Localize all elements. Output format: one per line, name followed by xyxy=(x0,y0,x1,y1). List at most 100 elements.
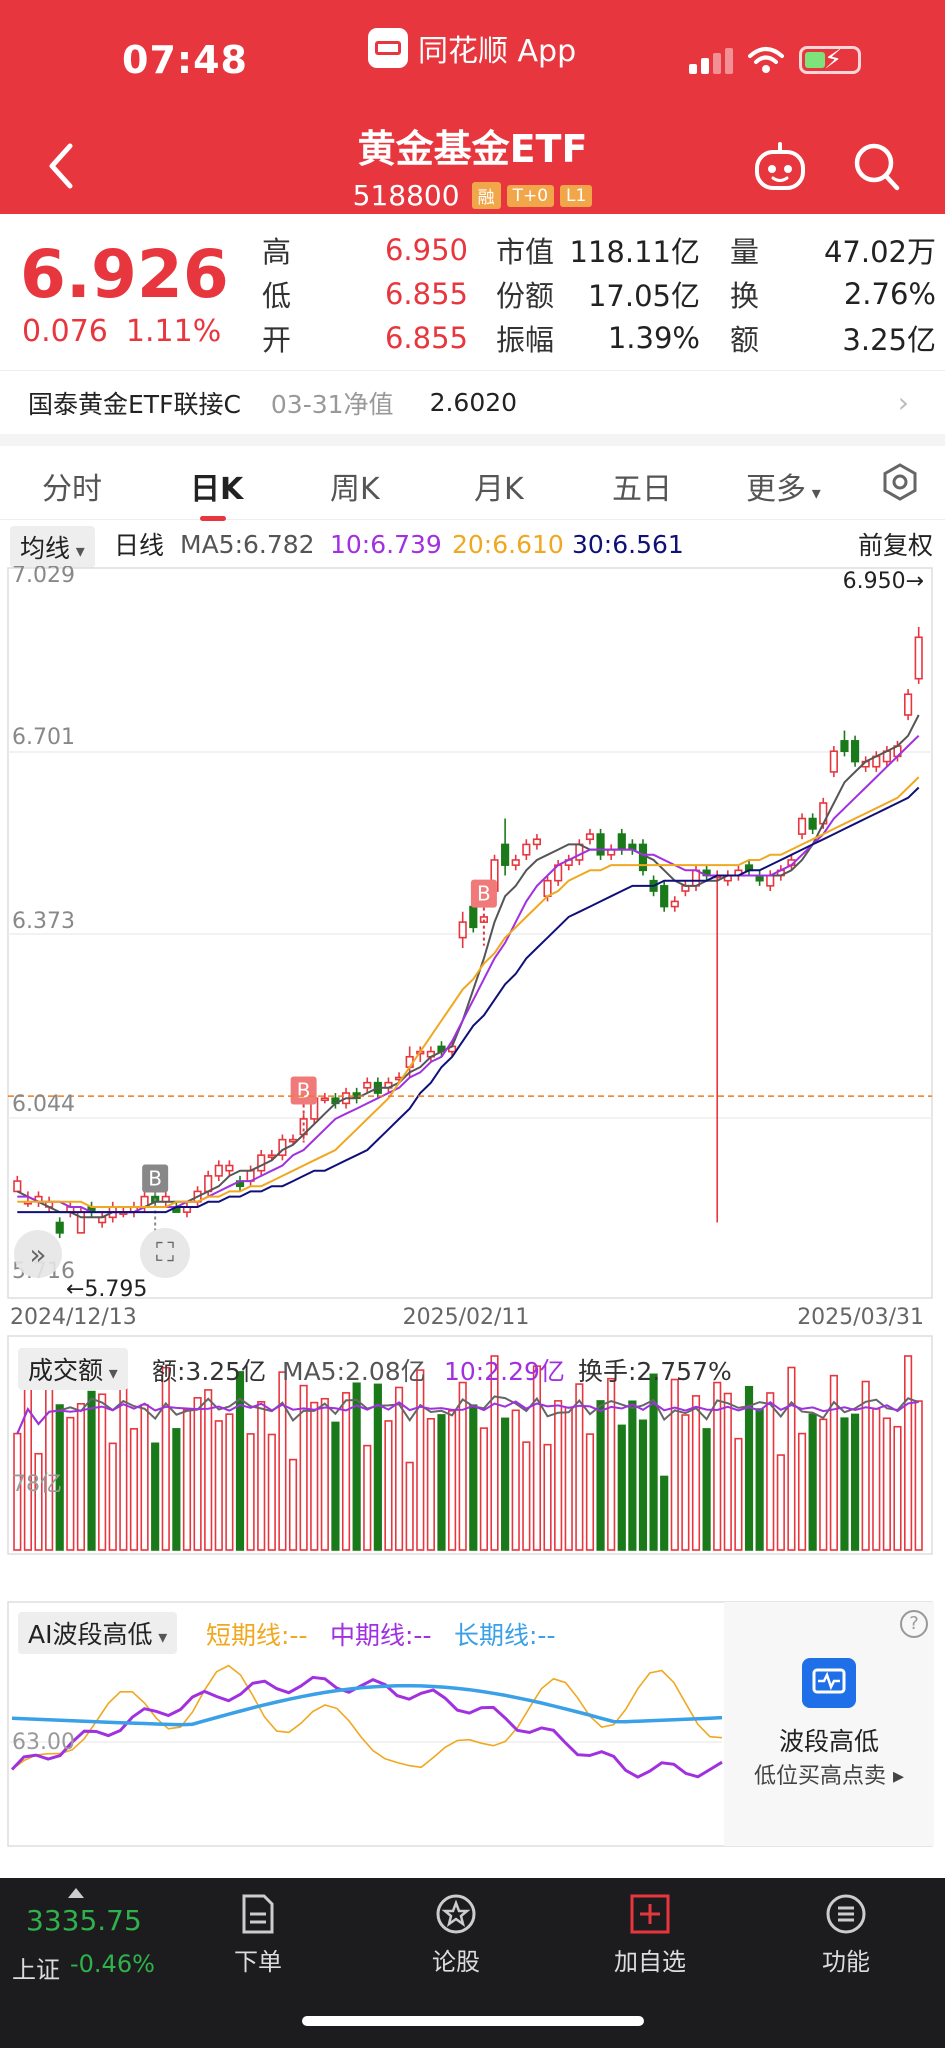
chart-settings-icon[interactable] xyxy=(880,462,920,502)
y-tick-label: 6.701 xyxy=(12,725,75,750)
volume-bar xyxy=(819,1418,828,1551)
discuss-star-icon xyxy=(436,1894,476,1934)
shares-value: 17.05亿 xyxy=(587,279,700,313)
section-divider xyxy=(0,434,945,446)
nav-functions[interactable]: 功能 xyxy=(786,1892,906,1977)
search-icon[interactable] xyxy=(852,140,900,192)
menu-circle-icon xyxy=(826,1894,866,1934)
x-tick-label: 2025/02/11 xyxy=(403,1305,530,1330)
candle-body xyxy=(585,833,595,841)
tab-weekly-k[interactable]: 周K xyxy=(330,464,380,508)
volume-bar xyxy=(585,1433,595,1551)
nav-order[interactable]: 下单 xyxy=(198,1892,318,1977)
candle-body xyxy=(257,1154,266,1172)
candle-body xyxy=(617,833,626,851)
volume-bar xyxy=(776,1454,785,1551)
volume-axis-label: 78亿 xyxy=(12,1472,62,1497)
quote-col-price: 高 6.950 低 6.855 开 6.855 xyxy=(262,228,468,360)
tab-daily-k[interactable]: 日K xyxy=(190,464,243,508)
help-icon[interactable]: ? xyxy=(900,1610,928,1638)
candle-body xyxy=(829,750,838,773)
tab-more-label: 更多 xyxy=(746,472,806,507)
buy-signal-label: B xyxy=(477,882,491,906)
wifi-icon xyxy=(748,47,784,73)
battery-icon: ⚡ xyxy=(799,45,861,75)
turnover-row: 换 2.76% xyxy=(730,272,936,316)
volume-dropdown[interactable]: 成交额 xyxy=(18,1348,128,1390)
volume-bar xyxy=(458,1381,467,1551)
robot-assistant-icon[interactable] xyxy=(752,142,808,192)
expand-up-icon[interactable] xyxy=(68,1888,84,1898)
ma-legend: 均线 日线 MA5:6.782 10:6.739 20:6.610 30:6.5… xyxy=(0,524,945,568)
volume-bar xyxy=(288,1458,298,1551)
y-tick-label: 7.029 xyxy=(12,566,75,588)
linked-fund-nav: 2.6020 xyxy=(429,388,518,417)
linked-fund-name: 国泰黄金ETF联接C xyxy=(28,389,241,419)
nav-add-watchlist[interactable]: 加自选 xyxy=(590,1892,710,1977)
buy-signal-label: B xyxy=(148,1166,162,1190)
fullscreen-icon[interactable]: ⛶ xyxy=(140,1228,190,1278)
adjust-mode[interactable]: 前复权 xyxy=(858,526,933,562)
ai-short-line: 短期线:-- xyxy=(206,1621,308,1650)
tab-five-day[interactable]: 五日 xyxy=(612,464,672,508)
volume-bar xyxy=(108,1442,117,1551)
shares-row: 份额 17.05亿 xyxy=(496,272,700,316)
volume-bar xyxy=(596,1400,605,1551)
nav-discuss[interactable]: 论股 xyxy=(396,1892,516,1977)
tab-intraday[interactable]: 分时 xyxy=(42,464,102,508)
candle-body xyxy=(596,833,605,856)
active-tab-indicator xyxy=(200,516,226,521)
x-tick-label: 2025/03/31 xyxy=(797,1305,924,1330)
ai-mid-line: 中期线:-- xyxy=(330,1621,432,1650)
volume-bar xyxy=(628,1400,637,1551)
index-change: -0.46% xyxy=(70,1950,155,1978)
ma10-value: 10:6.739 xyxy=(330,529,442,559)
volume-bar xyxy=(352,1382,361,1551)
linked-fund-row[interactable]: 国泰黄金ETF联接C 03-31净值 2.6020 › xyxy=(0,370,945,434)
linked-fund-date: 03-31净值 xyxy=(270,389,394,419)
volume-bar xyxy=(702,1428,711,1551)
volume-ma5: MA5:2.08亿 xyxy=(282,1357,426,1386)
indicator-dropdown[interactable]: 均线 xyxy=(10,526,95,568)
ai-dropdown[interactable]: AI波段高低 xyxy=(18,1612,178,1654)
volume-bar xyxy=(267,1433,276,1551)
volume-bar xyxy=(426,1417,435,1551)
candle-body xyxy=(670,900,679,908)
volume-amount: 额:3.25亿 xyxy=(152,1357,267,1386)
volume-bar xyxy=(214,1420,223,1551)
volume-value: 47.02万 xyxy=(823,235,936,269)
candle-body xyxy=(363,1081,372,1089)
volume-bar xyxy=(744,1385,754,1551)
amount-row: 额 3.25亿 xyxy=(730,316,936,360)
candle-body xyxy=(766,874,775,887)
volume-bar xyxy=(151,1442,160,1551)
tab-monthly-k[interactable]: 月K xyxy=(474,464,524,508)
volume-bar xyxy=(511,1409,520,1551)
volume-bar xyxy=(373,1383,382,1551)
high-price-marker: 6.950→ xyxy=(843,569,924,594)
ma20-value: 20:6.610 xyxy=(452,529,564,559)
app-logo-icon xyxy=(368,28,408,68)
index-name: 上证 xyxy=(12,1956,60,1984)
volume-bar xyxy=(437,1414,446,1551)
amount-label: 额 xyxy=(730,323,760,357)
tab-more[interactable]: 更多 ▾ xyxy=(746,464,821,508)
candle-body xyxy=(501,843,510,866)
index-value[interactable]: 3335.75 xyxy=(26,1904,142,1937)
volume-ma10: 10:2.29亿 xyxy=(444,1357,565,1386)
volume-bar xyxy=(893,1425,902,1551)
nav-discuss-label: 论股 xyxy=(432,1948,480,1976)
shares-label: 份额 xyxy=(496,279,555,313)
market-cap-value: 118.11亿 xyxy=(569,235,700,269)
volume-bar xyxy=(394,1386,404,1551)
market-cap-row: 市值 118.11亿 xyxy=(496,228,700,272)
candle-body xyxy=(204,1175,213,1193)
wave-promo-title: 波段高低 xyxy=(778,1727,879,1756)
volume-bar xyxy=(140,1403,149,1551)
wave-promo[interactable]: 波段高低 低位买高点卖 ▸ xyxy=(724,1602,934,1846)
volume-bar xyxy=(193,1397,202,1551)
volume-bar xyxy=(766,1392,775,1551)
expand-panel-icon[interactable]: » xyxy=(14,1230,62,1278)
volume-bar xyxy=(840,1417,849,1551)
candle-body xyxy=(13,1180,22,1193)
